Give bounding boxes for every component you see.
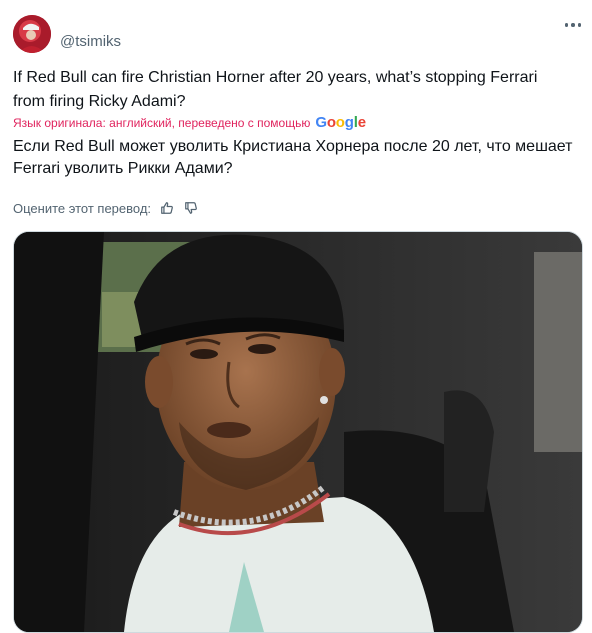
rate-label: Оцените этот перевод: [13, 200, 152, 216]
translation-note-text: Язык оригинала: английский, переведено с… [13, 115, 311, 130]
translation-note: Язык оригинала: английский, переведено с… [13, 114, 366, 131]
tweet-text: If Red Bull can fire Christian Horner af… [13, 69, 538, 110]
thumbs-down-icon[interactable] [183, 200, 199, 216]
google-logo: Google [315, 114, 366, 131]
author-handle[interactable]: @tsimiks [60, 33, 121, 50]
thumbs-up-icon[interactable] [159, 200, 175, 216]
tweet: @tsimiks If Red Bull can fire Christian … [0, 0, 592, 633]
translated-text: Если Red Bull может уволить Кристиана Хо… [13, 138, 573, 177]
video-media[interactable] [13, 231, 583, 633]
avatar[interactable] [13, 15, 51, 53]
rate-translation: Оцените этот перевод: [13, 200, 199, 216]
more-icon[interactable] [561, 16, 585, 34]
